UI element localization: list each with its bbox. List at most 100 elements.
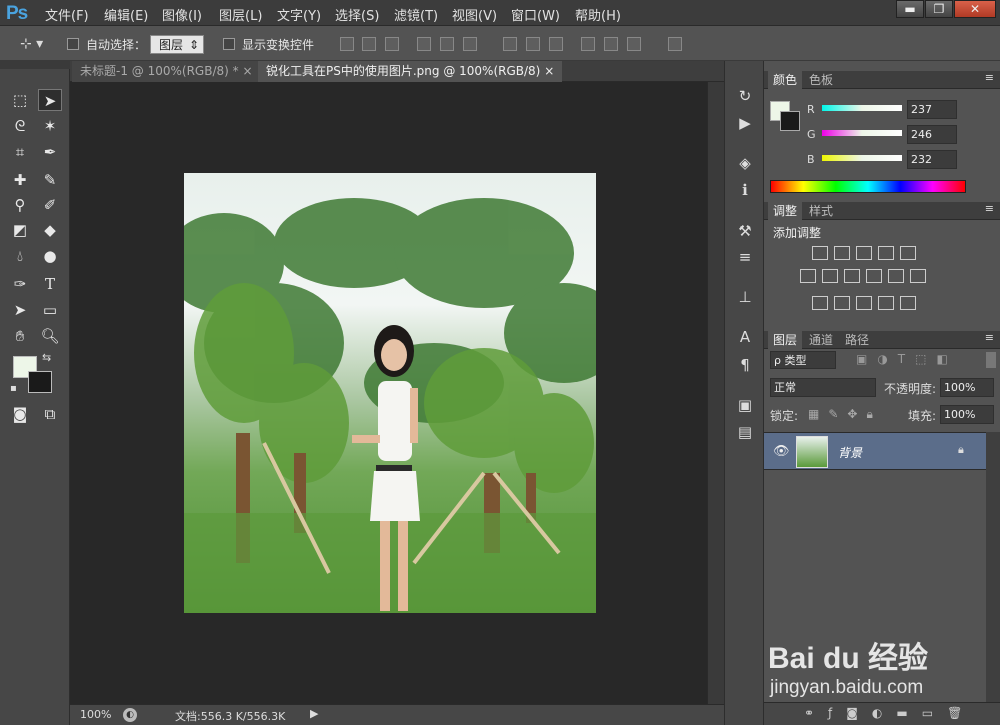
pen-tool-icon[interactable]: ✑	[8, 273, 32, 295]
align-distribute-icon[interactable]	[440, 37, 454, 51]
show-transform-checkbox[interactable]	[223, 38, 235, 50]
align-distribute-icon[interactable]	[362, 37, 376, 51]
move-tool-icon[interactable]: ➤	[38, 89, 62, 111]
tab-paths[interactable]: 路径	[840, 331, 874, 349]
tool-presets-icon[interactable]: ⚒	[735, 221, 755, 241]
menu-help[interactable]: 帮助(H)	[575, 5, 621, 24]
align-distribute-icon[interactable]	[526, 37, 540, 51]
marquee-tool-icon[interactable]: ⬚	[8, 89, 32, 111]
tab-color[interactable]: 颜色	[768, 71, 803, 89]
zoom-level[interactable]: 100%	[80, 708, 111, 721]
adjustment-icon[interactable]	[844, 269, 860, 283]
type-tool-icon[interactable]: T	[38, 273, 62, 295]
auto-select-dropdown[interactable]: 图层 ⇕	[150, 35, 204, 54]
color-ramp[interactable]	[770, 180, 966, 193]
adjustment-icon[interactable]	[834, 296, 850, 310]
adjustment-icon[interactable]	[888, 269, 904, 283]
adjustment-icon[interactable]	[866, 269, 882, 283]
layer-filter-dropdown[interactable]: ρ 类型	[770, 351, 836, 369]
layer-row-background[interactable]: 👁︎ 背景 🔒︎	[764, 432, 986, 470]
panel-menu-icon[interactable]: ≡	[985, 71, 994, 84]
menu-window[interactable]: 窗口(W)	[511, 5, 560, 24]
history-brush-icon[interactable]: ✐	[38, 194, 62, 216]
align-distribute-icon[interactable]	[385, 37, 399, 51]
canvas-vertical-scrollbar[interactable]	[707, 82, 724, 704]
layer-filter-icons[interactable]: ▣◑T⬚◧	[856, 352, 958, 366]
status-menu-arrow-icon[interactable]: ▶	[310, 707, 318, 720]
restore-button[interactable]: ❐	[925, 0, 953, 18]
menu-type[interactable]: 文字(Y)	[277, 5, 321, 24]
b-value[interactable]: 232	[907, 150, 957, 169]
adjustment-icon[interactable]	[856, 246, 872, 260]
adjustment-icon[interactable]	[910, 269, 926, 283]
menu-select[interactable]: 选择(S)	[335, 5, 379, 24]
align-distribute-icon[interactable]	[417, 37, 431, 51]
document-image[interactable]	[184, 173, 596, 613]
eyedropper-icon[interactable]: ✒	[38, 141, 62, 163]
clone-source-icon[interactable]: ⊥	[735, 287, 755, 307]
opacity-field[interactable]: 100%	[940, 378, 994, 397]
magic-wand-icon[interactable]: ✶	[38, 115, 62, 137]
menu-image[interactable]: 图像(I)	[162, 5, 202, 24]
layer-comps-icon[interactable]: ▣	[735, 395, 755, 415]
close-button[interactable]: ✕	[954, 0, 996, 18]
crop-tool-icon[interactable]: ⌗	[8, 141, 32, 163]
toolbar-grip[interactable]	[0, 61, 70, 69]
notes-panel-icon[interactable]: ▤	[735, 422, 755, 442]
history-panel-icon[interactable]: ↻	[735, 86, 755, 106]
screen-mode-icon[interactable]: ⧉	[38, 403, 62, 425]
paragraph-panel-icon[interactable]: ¶	[735, 355, 755, 375]
adjustment-icon[interactable]	[812, 296, 828, 310]
lock-icons[interactable]: ▦✎✥🔒︎	[808, 407, 882, 422]
menu-view[interactable]: 视图(V)	[452, 5, 497, 24]
quick-mask-icon[interactable]: ◙	[8, 403, 32, 425]
paint-bucket-icon[interactable]: ◆	[38, 219, 62, 241]
align-distribute-icon[interactable]	[549, 37, 563, 51]
align-distribute-icon[interactable]	[463, 37, 477, 51]
align-distribute-icon[interactable]	[604, 37, 618, 51]
character-panel-icon[interactable]: A	[735, 327, 755, 347]
tab-adjustments[interactable]: 调整	[768, 202, 803, 220]
adjustment-icon[interactable]	[900, 296, 916, 310]
menu-file[interactable]: 文件(F)	[45, 5, 89, 24]
3d-panel-icon[interactable]: ◈	[735, 153, 755, 173]
brush-presets-icon[interactable]: ≡	[735, 247, 755, 267]
adjustment-icon[interactable]	[800, 269, 816, 283]
filter-toggle[interactable]	[986, 352, 996, 368]
align-distribute-icon[interactable]	[581, 37, 595, 51]
swap-colors-icon[interactable]: ⇆	[42, 351, 51, 364]
tab-swatches[interactable]: 色板	[804, 71, 838, 89]
blend-mode-dropdown[interactable]: 正常	[770, 378, 876, 397]
actions-panel-icon[interactable]: ▶	[735, 113, 755, 133]
align-distribute-icon[interactable]	[627, 37, 641, 51]
align-distribute-icon[interactable]	[668, 37, 682, 51]
g-slider[interactable]	[822, 130, 902, 136]
rectangle-tool-icon[interactable]: ▭	[38, 299, 62, 321]
menu-filter[interactable]: 滤镜(T)	[394, 5, 438, 24]
blur-tool-icon[interactable]: 💧︎	[8, 245, 32, 267]
zoom-tool-icon[interactable]: 🔍︎	[38, 325, 62, 347]
tab-untitled[interactable]: 未标题-1 @ 100%(RGB/8) * ×	[72, 61, 261, 82]
adjustment-icon[interactable]	[812, 246, 828, 260]
canvas-area[interactable]	[70, 82, 707, 704]
menu-edit[interactable]: 编辑(E)	[104, 5, 148, 24]
healing-brush-icon[interactable]: ✚	[8, 169, 32, 191]
layer-name[interactable]: 背景	[838, 444, 862, 461]
panel-menu-icon[interactable]: ≡	[985, 331, 994, 344]
adjustment-icon[interactable]	[856, 296, 872, 310]
close-icon[interactable]: ×	[544, 64, 554, 78]
b-slider[interactable]	[822, 155, 902, 161]
tab-styles[interactable]: 样式	[804, 202, 838, 220]
adjustment-icon[interactable]	[900, 246, 916, 260]
hand-tool-icon[interactable]: ✋︎	[8, 325, 32, 347]
move-tool-preset-icon[interactable]: ⊹ ▾	[20, 36, 43, 52]
brush-tool-icon[interactable]: ✎	[38, 169, 62, 191]
lasso-tool-icon[interactable]: ᘓ	[8, 115, 32, 137]
close-icon[interactable]: ×	[242, 64, 252, 78]
auto-select-checkbox[interactable]	[67, 38, 79, 50]
clone-stamp-icon[interactable]: ⚲	[8, 194, 32, 216]
r-slider[interactable]	[822, 105, 902, 111]
layer-action-icons[interactable]: ⚭ƒ◙◐▬▭🗑︎	[804, 706, 976, 720]
color-background-swatch[interactable]	[780, 111, 800, 131]
eraser-tool-icon[interactable]: ◩	[8, 219, 32, 241]
